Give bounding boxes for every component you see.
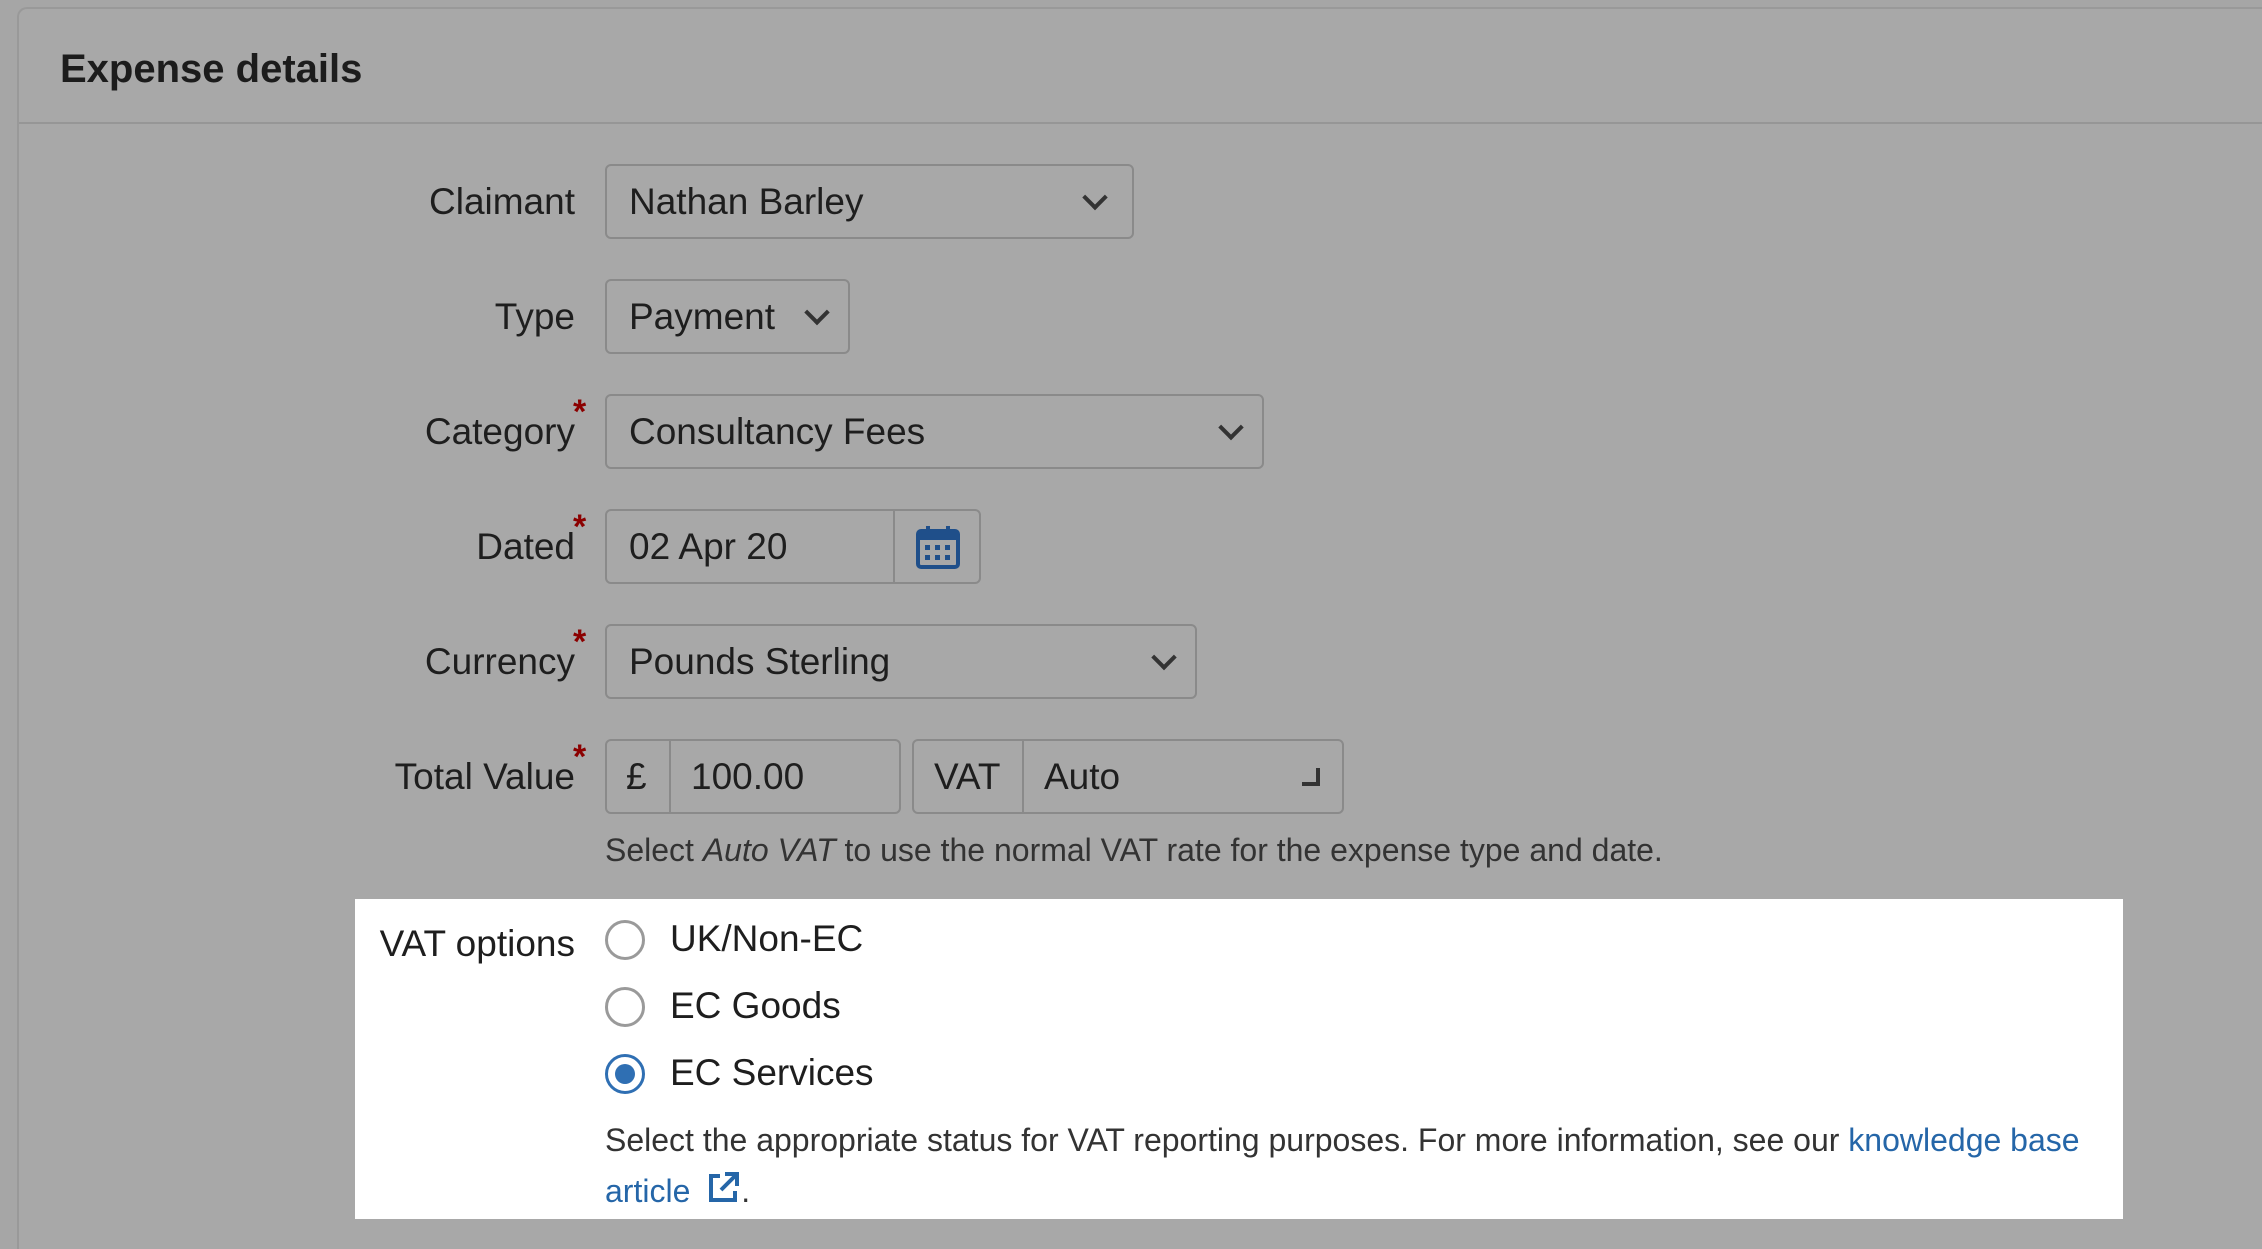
calendar-button[interactable] [893,509,981,584]
vat-options-help: Select the appropriate status for VAT re… [605,1122,2080,1159]
panel-header: Expense details [19,9,2262,124]
currency-symbol: £ [626,755,647,797]
required-asterisk: * [573,623,587,661]
vat-help-text: Select Auto VAT to use the normal VAT ra… [605,832,1663,869]
currency-value: Pounds Sterling [629,640,891,682]
radio-button[interactable] [605,987,645,1027]
currency-symbol-addon: £ [605,739,671,814]
required-asterisk: * [573,508,587,546]
amount-input[interactable]: 100.00 [669,739,901,814]
vat-help-post: to use the normal VAT rate for the expen… [835,832,1663,868]
type-select[interactable]: Payment [605,279,850,354]
vat-help-em: Auto VAT [702,832,836,868]
amount-value: 100.00 [691,755,805,797]
chevron-down-icon [1302,767,1320,786]
dated-label: Dated [476,526,575,567]
currency-select[interactable]: Pounds Sterling [605,624,1197,699]
vat-options-label: VAT options [379,923,575,964]
calendar-icon [916,526,960,569]
vat-help-pre: Select [605,832,703,868]
required-asterisk: * [573,738,587,776]
total-value-label: Total Value [394,756,575,797]
vat-select[interactable]: Auto [1022,739,1344,814]
type-label: Type [494,296,575,337]
help-end-period: . [741,1173,751,1209]
vat-addon: VAT [912,739,1024,814]
date-input[interactable]: 02 Apr 20 [605,509,895,584]
chevron-down-icon [1082,184,1108,210]
knowledge-base-link-article[interactable]: article [605,1173,690,1209]
chevron-down-icon [1151,644,1177,670]
radio-label: EC Services [670,1052,874,1093]
required-asterisk: * [573,393,587,431]
category-select[interactable]: Consultancy Fees [605,394,1264,469]
date-value: 02 Apr 20 [629,525,788,567]
radio-button-checked[interactable] [605,1054,645,1094]
category-label: Category [424,411,575,452]
knowledge-base-link[interactable]: knowledge base [1848,1122,2079,1158]
category-value: Consultancy Fees [629,410,926,452]
claimant-value: Nathan Barley [629,180,864,222]
vat-options-help-text: Select the appropriate status for VAT re… [605,1122,1849,1158]
chevron-down-icon [1218,414,1244,440]
currency-label: Currency [424,641,575,682]
radio-button[interactable] [605,920,645,960]
vat-value: Auto [1044,755,1121,797]
claimant-label: Claimant [429,181,575,222]
panel-title: Expense details [60,47,363,91]
claimant-select[interactable]: Nathan Barley [605,164,1134,239]
radio-label: UK/Non-EC [670,918,864,959]
external-link-icon[interactable] [705,1170,741,1206]
type-value: Payment [629,295,776,337]
chevron-down-icon [804,299,830,325]
vat-options-help-line2: article . [605,1170,750,1210]
vat-addon-label: VAT [934,755,1001,797]
radio-label: EC Goods [670,985,841,1026]
